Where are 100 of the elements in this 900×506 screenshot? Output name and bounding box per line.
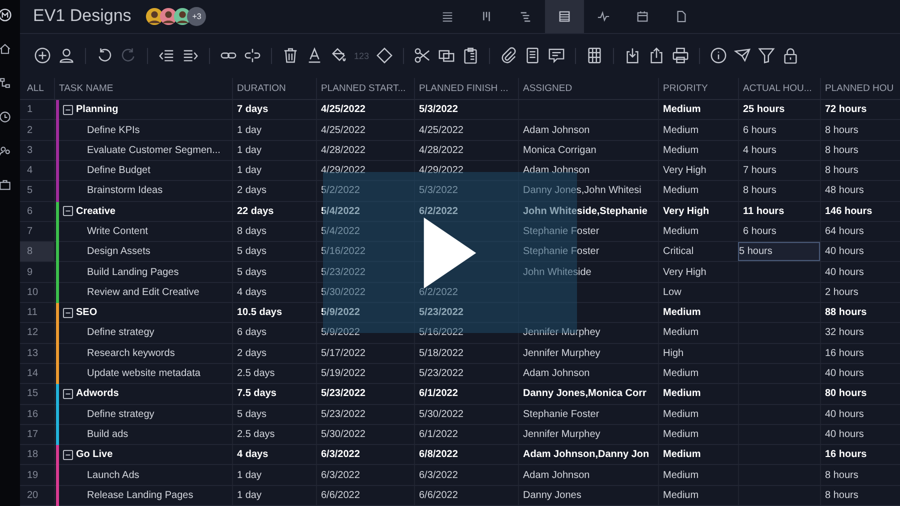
date-cell: 5/23/2022: [316, 384, 414, 404]
diamond-icon[interactable]: [376, 47, 394, 64]
row-number[interactable]: 2: [20, 120, 54, 140]
assignee-cell: John Whiteside: [518, 262, 658, 282]
group-name[interactable]: Creative: [76, 206, 116, 217]
collapse-icon[interactable]: [63, 450, 73, 460]
info-icon[interactable]: [710, 47, 728, 64]
hours-cell: 8 hours: [820, 120, 900, 140]
row-number[interactable]: 19: [20, 465, 54, 485]
row-number[interactable]: 7: [20, 222, 54, 242]
collapse-icon[interactable]: [63, 308, 73, 318]
row-number[interactable]: 3: [20, 140, 54, 160]
text-color-icon[interactable]: [306, 47, 323, 64]
row-number[interactable]: 12: [20, 323, 54, 343]
column-header[interactable]: TASK NAME: [54, 78, 232, 100]
collapse-icon[interactable]: [63, 388, 73, 399]
outdent-icon[interactable]: [158, 47, 175, 64]
task-name[interactable]: Build Landing Pages: [63, 266, 179, 278]
row-number[interactable]: 20: [20, 486, 54, 505]
row-number[interactable]: 17: [20, 424, 54, 444]
row-number[interactable]: 10: [20, 282, 54, 302]
collapse-icon[interactable]: [63, 104, 73, 115]
filter-icon[interactable]: [758, 47, 776, 64]
row-number[interactable]: 1: [20, 100, 54, 120]
task-name[interactable]: Evaluate Customer Segmen...: [63, 144, 220, 156]
group-name[interactable]: Adwords: [76, 388, 119, 400]
notes-icon[interactable]: [524, 47, 542, 64]
comment-icon[interactable]: [548, 47, 566, 64]
hierarchy-icon[interactable]: [0, 76, 12, 90]
user-icon[interactable]: [58, 47, 75, 64]
hours-input[interactable]: 5 hours: [738, 242, 820, 262]
assignee-cell: Adam Johnson: [518, 160, 658, 180]
unlink-icon[interactable]: [244, 47, 261, 64]
column-header[interactable]: DURATION: [232, 78, 316, 100]
row-number[interactable]: 16: [20, 404, 54, 424]
import-icon[interactable]: [624, 47, 642, 64]
group-name[interactable]: Go Live: [76, 449, 113, 460]
priority-cell: Medium: [658, 303, 738, 322]
duration-cell: 7 days: [232, 100, 316, 120]
lock-icon[interactable]: [782, 47, 800, 64]
row-number[interactable]: 14: [20, 364, 54, 384]
row-number[interactable]: 6: [20, 202, 54, 221]
group-name[interactable]: SEO: [76, 307, 98, 318]
row-number[interactable]: 4: [20, 160, 54, 180]
task-name[interactable]: Define strategy: [63, 408, 154, 420]
column-header[interactable]: PLANNED START...: [316, 78, 414, 100]
task-name[interactable]: Write Content: [63, 226, 148, 237]
clipboard-icon[interactable]: [462, 47, 480, 64]
group-name[interactable]: Planning: [76, 104, 118, 116]
date-cell: 4/28/2022: [316, 140, 414, 160]
column-header[interactable]: PRIORITY: [658, 78, 738, 100]
people-icon[interactable]: [0, 144, 12, 158]
priority-cell: Medium: [658, 120, 738, 140]
export-icon[interactable]: [648, 47, 666, 64]
hours-cell: 16 hours: [820, 445, 900, 464]
hours-cell: 7 hours: [738, 160, 820, 180]
more-members-badge[interactable]: +3: [187, 6, 206, 26]
briefcase-icon[interactable]: [0, 178, 12, 192]
row-number[interactable]: 8: [20, 242, 54, 262]
row-number[interactable]: 5: [20, 181, 54, 201]
task-name[interactable]: Define KPIs: [63, 124, 140, 136]
home-icon[interactable]: [0, 42, 12, 56]
paperclip-icon[interactable]: [500, 47, 518, 64]
print-icon[interactable]: [672, 47, 690, 64]
columns-icon[interactable]: [586, 47, 604, 64]
priority-cell: Medium: [658, 181, 738, 201]
add-icon[interactable]: [34, 47, 51, 64]
task-name[interactable]: Update website metadata: [63, 368, 200, 380]
task-name[interactable]: Define Budget: [63, 165, 150, 176]
column-header[interactable]: ALL: [20, 78, 54, 100]
row-number[interactable]: 11: [20, 303, 54, 322]
view-tab[interactable]: [545, 0, 584, 33]
task-name[interactable]: Design Assets: [63, 246, 150, 258]
paint-bucket-icon[interactable]: [330, 47, 347, 64]
task-name[interactable]: Release Landing Pages: [63, 490, 194, 501]
logo-icon[interactable]: [0, 8, 12, 22]
task-name[interactable]: Define strategy: [63, 327, 154, 338]
duration-cell: 2 days: [232, 181, 316, 201]
indent-icon[interactable]: [182, 47, 199, 64]
row-number[interactable]: 15: [20, 384, 54, 404]
assignee-cell: Danny Jones,Monica Corr: [518, 384, 658, 404]
column-header[interactable]: PLANNED FINISH ...: [414, 78, 518, 100]
send-icon[interactable]: [734, 47, 752, 64]
task-name[interactable]: Brainstorm Ideas: [63, 185, 163, 196]
row-number[interactable]: 18: [20, 445, 54, 464]
task-name[interactable]: Build ads: [63, 428, 128, 440]
column-header[interactable]: ASSIGNED: [518, 78, 658, 100]
undo-icon[interactable]: [96, 47, 113, 64]
task-name[interactable]: Launch Ads: [63, 470, 140, 481]
row-number[interactable]: 9: [20, 262, 54, 282]
scissors-icon[interactable]: [414, 47, 432, 64]
task-name[interactable]: Review and Edit Creative: [63, 286, 200, 298]
copy-icon[interactable]: [438, 47, 456, 64]
row-number[interactable]: 13: [20, 344, 54, 363]
collapse-icon[interactable]: [63, 206, 73, 216]
column-header[interactable]: PLANNED HOU: [820, 78, 900, 100]
column-header[interactable]: ACTUAL HOU...: [738, 78, 820, 100]
task-name[interactable]: Research keywords: [63, 348, 175, 359]
trash-icon[interactable]: [282, 47, 299, 64]
clock-icon[interactable]: [0, 110, 12, 124]
